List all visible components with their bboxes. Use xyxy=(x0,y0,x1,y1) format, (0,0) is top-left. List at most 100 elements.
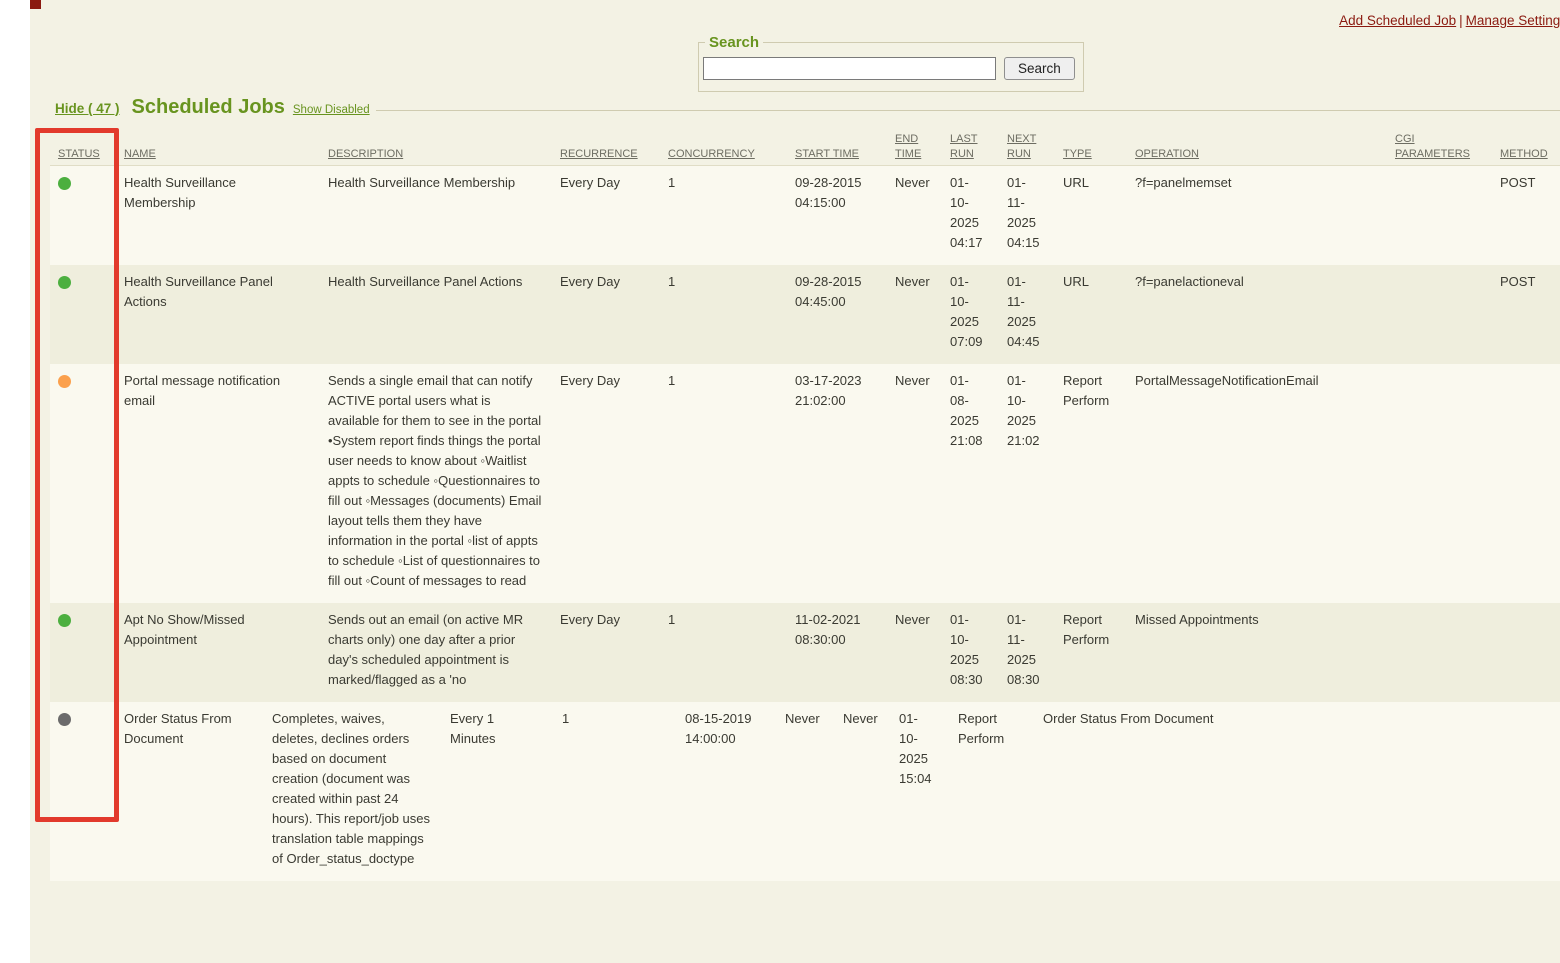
cell-start-time: 09-28-2015 04:45:00 xyxy=(795,265,895,364)
show-disabled-link[interactable]: Show Disabled xyxy=(293,104,370,116)
add-scheduled-job-link[interactable]: Add Scheduled Job xyxy=(1339,13,1456,28)
search-button[interactable]: Search xyxy=(1004,57,1075,80)
cell-start-time: 08-15-2019 14:00:00 xyxy=(685,702,785,881)
cell-end-time: Never xyxy=(895,166,950,265)
job-row[interactable]: Order Status From DocumentCompletes, wai… xyxy=(50,702,1560,881)
cell-status xyxy=(50,702,124,881)
search-legend: Search xyxy=(705,34,763,51)
job-row[interactable]: Health Surveillance MembershipHealth Sur… xyxy=(50,166,1560,265)
column-header-operation[interactable]: OPERATION xyxy=(1135,147,1395,162)
column-header-concurrency[interactable]: CONCURRENCY xyxy=(668,147,795,162)
status-indicator-orange xyxy=(58,375,71,388)
cell-concurrency: 1 xyxy=(562,702,685,881)
section-header: Hide ( 47 ) Scheduled Jobs Show Disabled xyxy=(55,96,1560,119)
cell-name: Health Surveillance Panel Actions xyxy=(124,265,328,364)
cell-operation: ?f=panelmemset xyxy=(1135,166,1395,265)
cell-next-run: 01-10-2025 21:02 xyxy=(1007,364,1063,603)
cell-recurrence: Every Day xyxy=(560,265,668,364)
cell-name: Health Surveillance Membership xyxy=(124,166,328,265)
cell-cgi-parameters xyxy=(1395,603,1500,702)
cell-last-run: 01-10-2025 08:30 xyxy=(950,603,1007,702)
cell-status xyxy=(50,166,124,265)
cell-concurrency: 1 xyxy=(668,364,795,603)
cell-end-time: Never xyxy=(785,702,843,881)
column-header-status[interactable]: STATUS xyxy=(50,147,124,162)
cell-cgi-parameters xyxy=(1353,702,1453,881)
section-divider xyxy=(376,110,1560,111)
cell-method xyxy=(1500,603,1560,702)
cell-type: URL xyxy=(1063,166,1135,265)
column-header-type[interactable]: TYPE xyxy=(1063,147,1135,162)
cell-operation: PortalMessageNotificationEmail xyxy=(1135,364,1395,603)
column-header-recurrence[interactable]: RECURRENCE xyxy=(560,147,668,162)
cell-type: Report Perform xyxy=(1063,603,1135,702)
cell-type: Report Perform xyxy=(958,702,1043,881)
scheduled-jobs-table: STATUSNAMEDESCRIPTIONRECURRENCECONCURREN… xyxy=(50,120,1560,881)
cell-last-run: 01-08-2025 21:08 xyxy=(950,364,1007,603)
column-header-next-run[interactable]: NEXT RUN xyxy=(1007,132,1063,162)
cell-operation: Missed Appointments xyxy=(1135,603,1395,702)
column-header-method[interactable]: METHOD xyxy=(1500,147,1560,162)
cell-method: POST xyxy=(1500,166,1560,265)
cell-last-run: Never xyxy=(843,702,899,881)
column-header-name[interactable]: NAME xyxy=(124,147,328,162)
column-header-end-time[interactable]: END TIME xyxy=(895,132,950,162)
cell-recurrence: Every Day xyxy=(560,364,668,603)
cell-next-run: 01-11-2025 04:45 xyxy=(1007,265,1063,364)
cell-method xyxy=(1453,702,1560,881)
search-input[interactable] xyxy=(703,57,996,80)
cell-status xyxy=(50,265,124,364)
status-indicator-green xyxy=(58,614,71,627)
status-indicator-green xyxy=(58,177,71,190)
cell-description: Health Surveillance Membership xyxy=(328,166,560,265)
top-nav-links: Add Scheduled Job|Manage Settings xyxy=(1339,13,1560,28)
link-separator: | xyxy=(1456,13,1466,28)
status-indicator-gray xyxy=(58,713,71,726)
column-header-description[interactable]: DESCRIPTION xyxy=(328,147,560,162)
cell-end-time: Never xyxy=(895,603,950,702)
cell-end-time: Never xyxy=(895,364,950,603)
jobs-table-header: STATUSNAMEDESCRIPTIONRECURRENCECONCURREN… xyxy=(50,120,1560,166)
cell-method xyxy=(1500,364,1560,603)
cell-next-run: 01-11-2025 04:15 xyxy=(1007,166,1063,265)
cell-recurrence: Every Day xyxy=(560,166,668,265)
cell-type: URL xyxy=(1063,265,1135,364)
column-header-cgi-parameters[interactable]: CGI PARAMETERS xyxy=(1395,132,1500,162)
status-indicator-green xyxy=(58,276,71,289)
jobs-table-body: Health Surveillance MembershipHealth Sur… xyxy=(50,166,1560,881)
cell-end-time: Never xyxy=(895,265,950,364)
cell-cgi-parameters xyxy=(1395,364,1500,603)
cell-cgi-parameters xyxy=(1395,166,1500,265)
manage-settings-link[interactable]: Manage Settings xyxy=(1466,13,1560,28)
cell-name: Order Status From Document xyxy=(124,702,272,881)
cell-recurrence: Every 1 Minutes xyxy=(450,702,562,881)
cell-status xyxy=(50,603,124,702)
job-row[interactable]: Health Surveillance Panel ActionsHealth … xyxy=(50,265,1560,364)
cell-last-run: 01-10-2025 07:09 xyxy=(950,265,1007,364)
cell-concurrency: 1 xyxy=(668,265,795,364)
cell-description: Sends a single email that can notify ACT… xyxy=(328,364,560,603)
cell-operation: ?f=panelactioneval xyxy=(1135,265,1395,364)
search-panel: Search Search xyxy=(698,34,1084,92)
cell-recurrence: Every Day xyxy=(560,603,668,702)
cell-start-time: 09-28-2015 04:15:00 xyxy=(795,166,895,265)
cell-method: POST xyxy=(1500,265,1560,364)
job-row[interactable]: Apt No Show/Missed AppointmentSends out … xyxy=(50,603,1560,702)
cell-description: Health Surveillance Panel Actions xyxy=(328,265,560,364)
scheduled-jobs-page: Add Scheduled Job|Manage Settings Search… xyxy=(0,0,1560,963)
job-row[interactable]: Portal message notification emailSends a… xyxy=(50,364,1560,603)
cell-status xyxy=(50,364,124,603)
cell-name: Portal message notification email xyxy=(124,364,328,603)
column-header-last-run[interactable]: LAST RUN xyxy=(950,132,1007,162)
hide-count-link[interactable]: Hide ( 47 ) xyxy=(55,101,120,116)
cell-operation: Order Status From Document xyxy=(1043,702,1353,881)
left-gutter xyxy=(0,0,30,963)
cell-start-time: 11-02-2021 08:30:00 xyxy=(795,603,895,702)
cell-name: Apt No Show/Missed Appointment xyxy=(124,603,328,702)
column-header-start-time[interactable]: START TIME xyxy=(795,147,895,162)
cell-cgi-parameters xyxy=(1395,265,1500,364)
cell-type: Report Perform xyxy=(1063,364,1135,603)
cell-last-run: 01-10-2025 04:17 xyxy=(950,166,1007,265)
cell-description: Completes, waives, deletes, declines ord… xyxy=(272,702,450,881)
corner-chip xyxy=(30,0,41,9)
